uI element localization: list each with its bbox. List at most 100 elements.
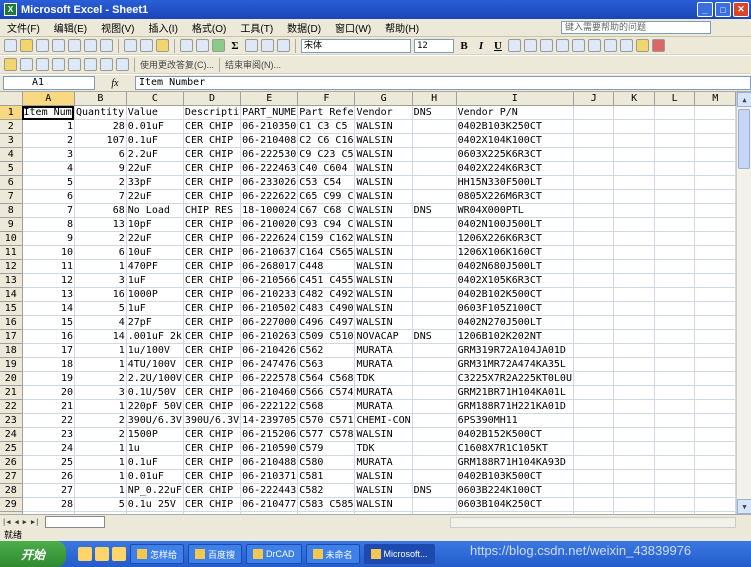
cell[interactable]: C65 C99 C	[297, 189, 356, 205]
cell[interactable]: 06-222622	[240, 189, 299, 205]
cell[interactable]: WALSIN	[354, 287, 413, 303]
hyperlink-icon[interactable]	[212, 39, 225, 52]
cell[interactable]: 0805X226M6R3CT	[456, 189, 574, 205]
cell[interactable]: 10pF	[126, 217, 184, 233]
cell[interactable]: CER CHIP	[183, 469, 242, 485]
cell[interactable]: C164 C565	[297, 245, 356, 261]
cell[interactable]	[694, 217, 736, 233]
cell[interactable]	[654, 413, 696, 429]
restore-button[interactable]: □	[715, 2, 731, 17]
cell[interactable]: 14-239705	[240, 413, 299, 429]
cell[interactable]	[654, 343, 696, 359]
cell[interactable]: 390U/6.3V	[126, 413, 184, 429]
cell[interactable]	[613, 203, 655, 219]
cell[interactable]	[694, 399, 736, 415]
cell[interactable]	[412, 287, 457, 303]
cell[interactable]	[412, 175, 457, 191]
cell[interactable]: C448	[297, 259, 356, 275]
cell[interactable]: 9	[22, 231, 75, 247]
cell[interactable]: 33pF	[126, 175, 184, 191]
sort-icon[interactable]	[245, 39, 258, 52]
cell[interactable]: 06-222443	[240, 483, 299, 499]
cell[interactable]	[654, 399, 696, 415]
column-header[interactable]: F	[297, 92, 356, 107]
cell[interactable]	[613, 427, 655, 443]
cell[interactable]: 0402B152K500CT	[456, 427, 574, 443]
menu-file[interactable]: 文件(F)	[0, 20, 47, 35]
cell[interactable]	[613, 497, 655, 513]
open-icon[interactable]	[20, 39, 33, 52]
review-icon-3[interactable]	[36, 58, 49, 71]
cell[interactable]	[694, 245, 736, 261]
cell[interactable]: 0.1uF	[126, 133, 184, 149]
cell[interactable]: 0402X104K100CT	[456, 133, 574, 149]
cell[interactable]	[573, 427, 615, 443]
cell[interactable]: 2	[74, 427, 127, 443]
cell[interactable]: 0603F105Z100CT	[456, 301, 574, 317]
cell[interactable]: 1500P	[126, 427, 184, 443]
cell[interactable]	[573, 189, 615, 205]
row-header[interactable]: 1	[0, 105, 23, 121]
cell[interactable]: PART_NUME	[240, 105, 299, 121]
cell[interactable]: 11	[22, 259, 75, 275]
cell[interactable]: C562	[297, 343, 356, 359]
row-header[interactable]: 2	[0, 119, 23, 135]
cell[interactable]: 1206X226K6R3CT	[456, 231, 574, 247]
cell[interactable]: CER CHIP	[183, 259, 242, 275]
cell[interactable]	[613, 119, 655, 135]
cell[interactable]	[613, 217, 655, 233]
cell[interactable]: CER CHIP	[183, 245, 242, 261]
review-icon-1[interactable]	[4, 58, 17, 71]
cell[interactable]: 1000P	[126, 287, 184, 303]
cell[interactable]: 1uF	[126, 301, 184, 317]
cell[interactable]: C93 C94 C	[297, 217, 356, 233]
cell[interactable]: 68	[74, 203, 127, 219]
cell[interactable]: C581	[297, 469, 356, 485]
review-icon-5[interactable]	[68, 58, 81, 71]
cell[interactable]	[654, 119, 696, 135]
cell[interactable]: 220pF 50V	[126, 399, 184, 415]
cell[interactable]	[613, 133, 655, 149]
cell[interactable]: CER CHIP	[183, 133, 242, 149]
task-button-4[interactable]: 未命名	[305, 544, 360, 564]
cell[interactable]: WALSIN	[354, 175, 413, 191]
cell[interactable]	[694, 455, 736, 471]
cell[interactable]: C563	[297, 357, 356, 373]
row-header[interactable]: 14	[0, 287, 23, 303]
cut-icon[interactable]	[124, 39, 137, 52]
cell[interactable]: 0.1u 25V	[126, 497, 184, 513]
sheet-tab[interactable]	[45, 516, 106, 528]
prev-sheet-icon[interactable]: ◀	[12, 518, 20, 526]
cell[interactable]: 06-268017	[240, 259, 299, 275]
cell[interactable]	[573, 217, 615, 233]
cell[interactable]	[654, 245, 696, 261]
cell[interactable]: 390U/6.3V	[183, 413, 242, 429]
cell[interactable]	[694, 427, 736, 443]
column-header[interactable]: K	[613, 92, 655, 107]
cell[interactable]: C564 C568	[297, 371, 356, 387]
cell[interactable]: C1608X7R1C105KT	[456, 441, 574, 457]
cell[interactable]: GRM31MR72A474KA35L	[456, 357, 574, 373]
cell[interactable]	[613, 245, 655, 261]
cell[interactable]: C482 C492	[297, 287, 356, 303]
cell[interactable]: 1	[74, 343, 127, 359]
cell[interactable]: WALSIN	[354, 315, 413, 331]
zoom-icon[interactable]	[277, 39, 290, 52]
cell[interactable]	[694, 357, 736, 373]
cell[interactable]: C580	[297, 455, 356, 471]
cell[interactable]	[694, 147, 736, 163]
cell[interactable]	[654, 133, 696, 149]
cell[interactable]: CHEMI-CON	[354, 413, 413, 429]
cell[interactable]: 2	[74, 413, 127, 429]
cell[interactable]	[573, 343, 615, 359]
font-size-select[interactable]: 12	[414, 38, 454, 53]
cell[interactable]: 22	[22, 413, 75, 429]
menu-view[interactable]: 视图(V)	[94, 20, 141, 35]
column-header[interactable]: M	[694, 92, 736, 107]
cell[interactable]: 10uF	[126, 245, 184, 261]
column-header[interactable]: G	[354, 92, 413, 107]
row-header[interactable]: 17	[0, 329, 23, 345]
cell[interactable]: No Load	[126, 203, 184, 219]
cell[interactable]: HH15N330F500LT	[456, 175, 574, 191]
cell[interactable]	[573, 231, 615, 247]
